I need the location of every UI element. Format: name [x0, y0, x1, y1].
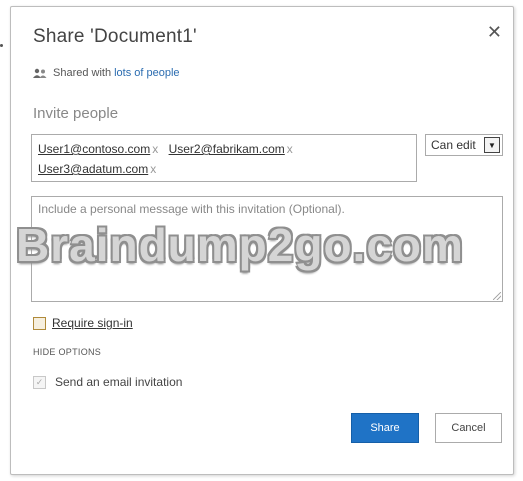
recipient-email[interactable]: User3@adatum.com	[38, 162, 148, 176]
remove-recipient-icon[interactable]: x	[152, 142, 158, 156]
close-icon[interactable]: ✕	[487, 23, 502, 41]
stray-dot	[0, 44, 3, 47]
message-placeholder: Include a personal message with this inv…	[38, 202, 345, 216]
remove-recipient-icon[interactable]: x	[150, 162, 156, 176]
recipient-chip: User3@adatum.com x	[38, 159, 156, 179]
share-button[interactable]: Share	[351, 413, 419, 443]
shared-with-line: Shared with lots of people	[33, 67, 180, 79]
recipient-list: User1@contoso.com x User2@fabrikam.com x U…	[38, 139, 413, 179]
chevron-down-icon[interactable]: ▼	[484, 137, 500, 153]
share-dialog: Share 'Document1' ✕ Shared with lots of …	[10, 6, 514, 475]
permission-value: Can edit	[431, 138, 476, 152]
people-icon	[33, 68, 47, 78]
send-email-checkbox[interactable]: ✓	[33, 375, 46, 389]
shared-with-text: Shared with	[53, 67, 112, 79]
recipient-chip: User2@fabrikam.com x	[169, 139, 293, 159]
require-signin-row: Require sign-in	[33, 316, 133, 330]
permission-select[interactable]: Can edit ▼	[425, 134, 503, 156]
require-signin-label[interactable]: Require sign-in	[52, 316, 133, 330]
dialog-title: Share 'Document1'	[33, 26, 197, 47]
personal-message-textarea[interactable]: Include a personal message with this inv…	[31, 196, 503, 302]
hide-options-link[interactable]: HIDE OPTIONS	[33, 347, 101, 357]
send-email-row: ✓ Send an email invitation	[33, 375, 182, 389]
recipient-email[interactable]: User1@contoso.com	[38, 142, 150, 156]
recipient-email[interactable]: User2@fabrikam.com	[169, 142, 285, 156]
invite-people-label: Invite people	[33, 105, 119, 122]
cancel-button[interactable]: Cancel	[435, 413, 502, 443]
lots-of-people-link[interactable]: lots of people	[114, 67, 179, 79]
send-email-label: Send an email invitation	[55, 375, 183, 389]
remove-recipient-icon[interactable]: x	[287, 142, 293, 156]
invite-people-input[interactable]: User1@contoso.com x User2@fabrikam.com x U…	[31, 134, 417, 182]
recipient-chip: User1@contoso.com x	[38, 139, 158, 159]
resize-handle-icon[interactable]	[493, 292, 501, 300]
require-signin-checkbox[interactable]	[33, 316, 46, 330]
